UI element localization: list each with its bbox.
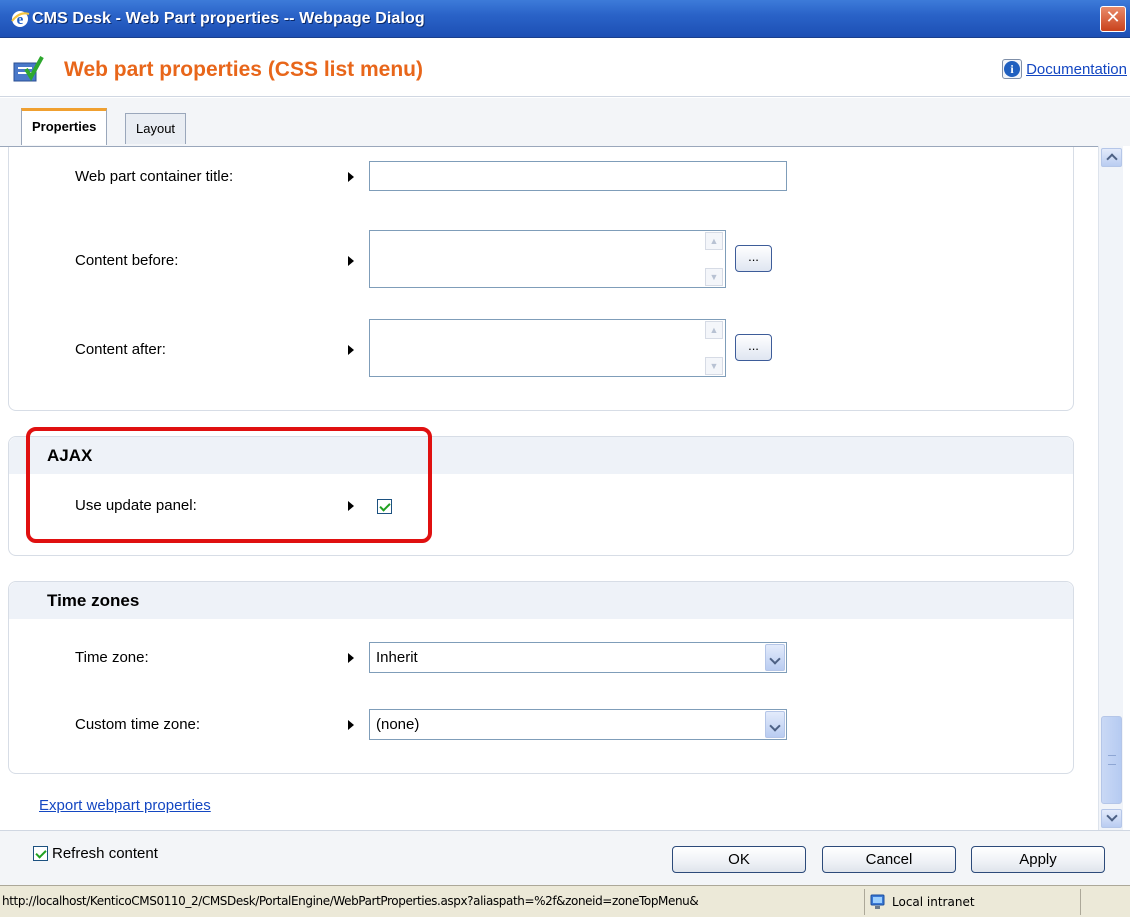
content-after-editor-button[interactable]: ... xyxy=(735,334,772,361)
dialog-footer: Refresh content OK Cancel Apply xyxy=(0,830,1130,885)
field-label: Content after: xyxy=(75,341,166,358)
scroll-thumb[interactable] xyxy=(1101,716,1122,804)
field-label: Content before: xyxy=(75,252,179,269)
content-after-textarea[interactable]: ▲ ▼ xyxy=(369,319,726,377)
info-icon[interactable]: i xyxy=(1002,59,1023,79)
arrow-icon xyxy=(348,345,354,355)
refresh-content-option[interactable]: Refresh content xyxy=(33,845,158,862)
local-intranet-icon xyxy=(870,894,885,909)
close-button[interactable]: ✕ xyxy=(1100,6,1126,32)
status-url: http://localhost/KenticoCMS0110_2/CMSDes… xyxy=(2,894,699,908)
field-label: Time zone: xyxy=(75,649,149,666)
scroll-down-icon[interactable]: ▼ xyxy=(705,357,723,375)
tab-properties[interactable]: Properties xyxy=(21,108,108,145)
custom-time-zone-value: (none) xyxy=(376,716,420,733)
content-before-textarea[interactable]: ▲ ▼ xyxy=(369,230,726,288)
arrow-icon xyxy=(348,172,354,182)
tab-strip: Properties Layout xyxy=(0,98,1130,146)
security-zone: Local intranet xyxy=(868,893,975,911)
status-bar: http://localhost/KenticoCMS0110_2/CMSDes… xyxy=(0,885,1130,917)
security-zone-label: Local intranet xyxy=(892,895,975,909)
container-panel: Web part container title: Content before… xyxy=(8,147,1074,411)
status-divider xyxy=(1080,889,1081,915)
cancel-button[interactable]: Cancel xyxy=(822,846,956,873)
content-before-editor-button[interactable]: ... xyxy=(735,245,772,272)
documentation-link-group[interactable]: i Documentation xyxy=(1002,59,1127,79)
highlight-annotation xyxy=(26,427,432,543)
content-scrollbar[interactable] xyxy=(1098,146,1123,830)
timezones-panel: Time zones Time zone: Inherit Custom tim… xyxy=(8,581,1074,774)
page-title: Web part properties (CSS list menu) xyxy=(64,58,423,81)
dialog-header: Web part properties (CSS list menu) i Do… xyxy=(0,39,1130,97)
tab-layout[interactable]: Layout xyxy=(125,113,187,144)
chevron-down-icon[interactable] xyxy=(765,711,785,738)
time-zone-select[interactable]: Inherit xyxy=(369,642,787,673)
field-label: Web part container title: xyxy=(75,168,234,185)
scroll-up-icon[interactable]: ▲ xyxy=(705,321,723,339)
status-divider xyxy=(864,889,865,915)
chevron-down-icon[interactable] xyxy=(765,644,785,671)
refresh-content-checkbox[interactable] xyxy=(33,846,48,861)
field-label: Custom time zone: xyxy=(75,716,201,733)
web-part-properties-icon xyxy=(13,56,44,82)
textarea-scrollbar[interactable]: ▲ ▼ xyxy=(703,320,725,376)
arrow-icon xyxy=(348,653,354,663)
window-title-bar: e CMS Desk - Web Part properties -- Webp… xyxy=(0,0,1130,38)
properties-content: Web part container title: Content before… xyxy=(0,146,1098,830)
textarea-scrollbar[interactable]: ▲ ▼ xyxy=(703,231,725,287)
time-zone-value: Inherit xyxy=(376,649,418,666)
refresh-content-label: Refresh content xyxy=(52,845,158,862)
timezones-panel-title: Time zones xyxy=(9,582,1073,619)
ok-button[interactable]: OK xyxy=(672,846,806,873)
scroll-up-icon[interactable] xyxy=(1101,148,1122,167)
export-webpart-properties-link[interactable]: Export webpart properties xyxy=(39,797,211,814)
arrow-icon xyxy=(348,720,354,730)
custom-time-zone-select[interactable]: (none) xyxy=(369,709,787,740)
scroll-up-icon[interactable]: ▲ xyxy=(705,232,723,250)
scroll-down-icon[interactable] xyxy=(1101,809,1122,828)
apply-button[interactable]: Apply xyxy=(971,846,1105,873)
arrow-icon xyxy=(348,256,354,266)
documentation-link[interactable]: Documentation xyxy=(1026,61,1127,78)
scroll-down-icon[interactable]: ▼ xyxy=(705,268,723,286)
container-title-input[interactable] xyxy=(369,161,787,191)
ie-icon: e xyxy=(11,11,30,28)
window-title: CMS Desk - Web Part properties -- Webpag… xyxy=(32,10,425,27)
